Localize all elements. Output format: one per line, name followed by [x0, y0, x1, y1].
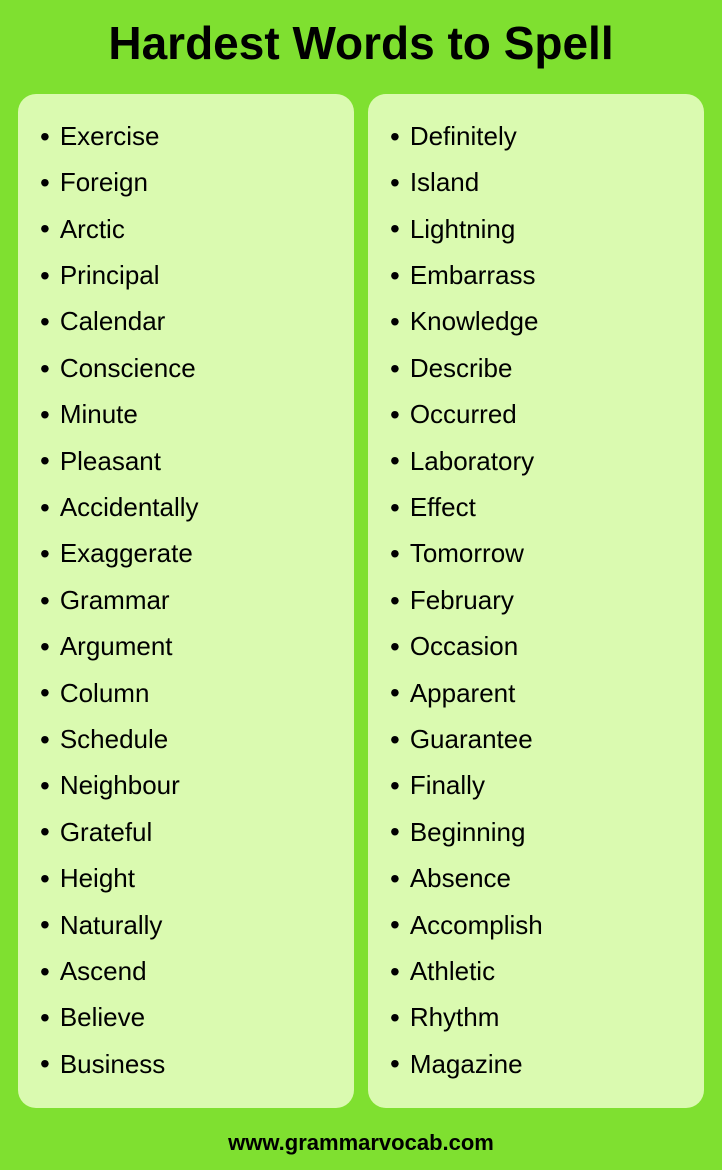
right-word-list: DefinitelyIslandLightningEmbarrassKnowle…	[390, 114, 686, 1088]
list-item: Knowledge	[390, 299, 686, 345]
list-item: Athletic	[390, 949, 686, 995]
list-item: Occurred	[390, 392, 686, 438]
list-item: Exercise	[40, 114, 336, 160]
list-item: Schedule	[40, 717, 336, 763]
list-item: Business	[40, 1041, 336, 1087]
list-item: Height	[40, 856, 336, 902]
list-item: Describe	[390, 346, 686, 392]
list-item: Ascend	[40, 949, 336, 995]
list-item: Island	[390, 160, 686, 206]
list-item: Argument	[40, 624, 336, 670]
list-item: Neighbour	[40, 763, 336, 809]
list-item: Magazine	[390, 1041, 686, 1087]
page-title: Hardest Words to Spell	[20, 18, 702, 69]
list-item: Conscience	[40, 346, 336, 392]
list-item: Apparent	[390, 670, 686, 716]
list-item: Laboratory	[390, 438, 686, 484]
list-item: Naturally	[40, 902, 336, 948]
list-item: Column	[40, 670, 336, 716]
list-item: Occasion	[390, 624, 686, 670]
list-item: Arctic	[40, 206, 336, 252]
list-item: Calendar	[40, 299, 336, 345]
list-item: Grammar	[40, 578, 336, 624]
list-item: Accomplish	[390, 902, 686, 948]
list-item: Exaggerate	[40, 531, 336, 577]
list-item: Absence	[390, 856, 686, 902]
list-item: Grateful	[40, 809, 336, 855]
list-item: Definitely	[390, 114, 686, 160]
list-item: Minute	[40, 392, 336, 438]
right-column: DefinitelyIslandLightningEmbarrassKnowle…	[368, 94, 704, 1108]
list-item: Accidentally	[40, 485, 336, 531]
page-header: Hardest Words to Spell	[0, 0, 722, 84]
list-item: Effect	[390, 485, 686, 531]
list-item: Embarrass	[390, 253, 686, 299]
list-item: Lightning	[390, 206, 686, 252]
list-item: Pleasant	[40, 438, 336, 484]
content-area: ExerciseForeignArcticPrincipalCalendarCo…	[0, 84, 722, 1118]
list-item: Finally	[390, 763, 686, 809]
list-item: Guarantee	[390, 717, 686, 763]
list-item: Beginning	[390, 809, 686, 855]
list-item: Tomorrow	[390, 531, 686, 577]
footer: www.grammarvocab.com	[0, 1118, 722, 1170]
list-item: February	[390, 578, 686, 624]
list-item: Rhythm	[390, 995, 686, 1041]
list-item: Believe	[40, 995, 336, 1041]
list-item: Foreign	[40, 160, 336, 206]
list-item: Principal	[40, 253, 336, 299]
footer-url: www.grammarvocab.com	[228, 1130, 494, 1155]
left-column: ExerciseForeignArcticPrincipalCalendarCo…	[18, 94, 354, 1108]
left-word-list: ExerciseForeignArcticPrincipalCalendarCo…	[40, 114, 336, 1088]
